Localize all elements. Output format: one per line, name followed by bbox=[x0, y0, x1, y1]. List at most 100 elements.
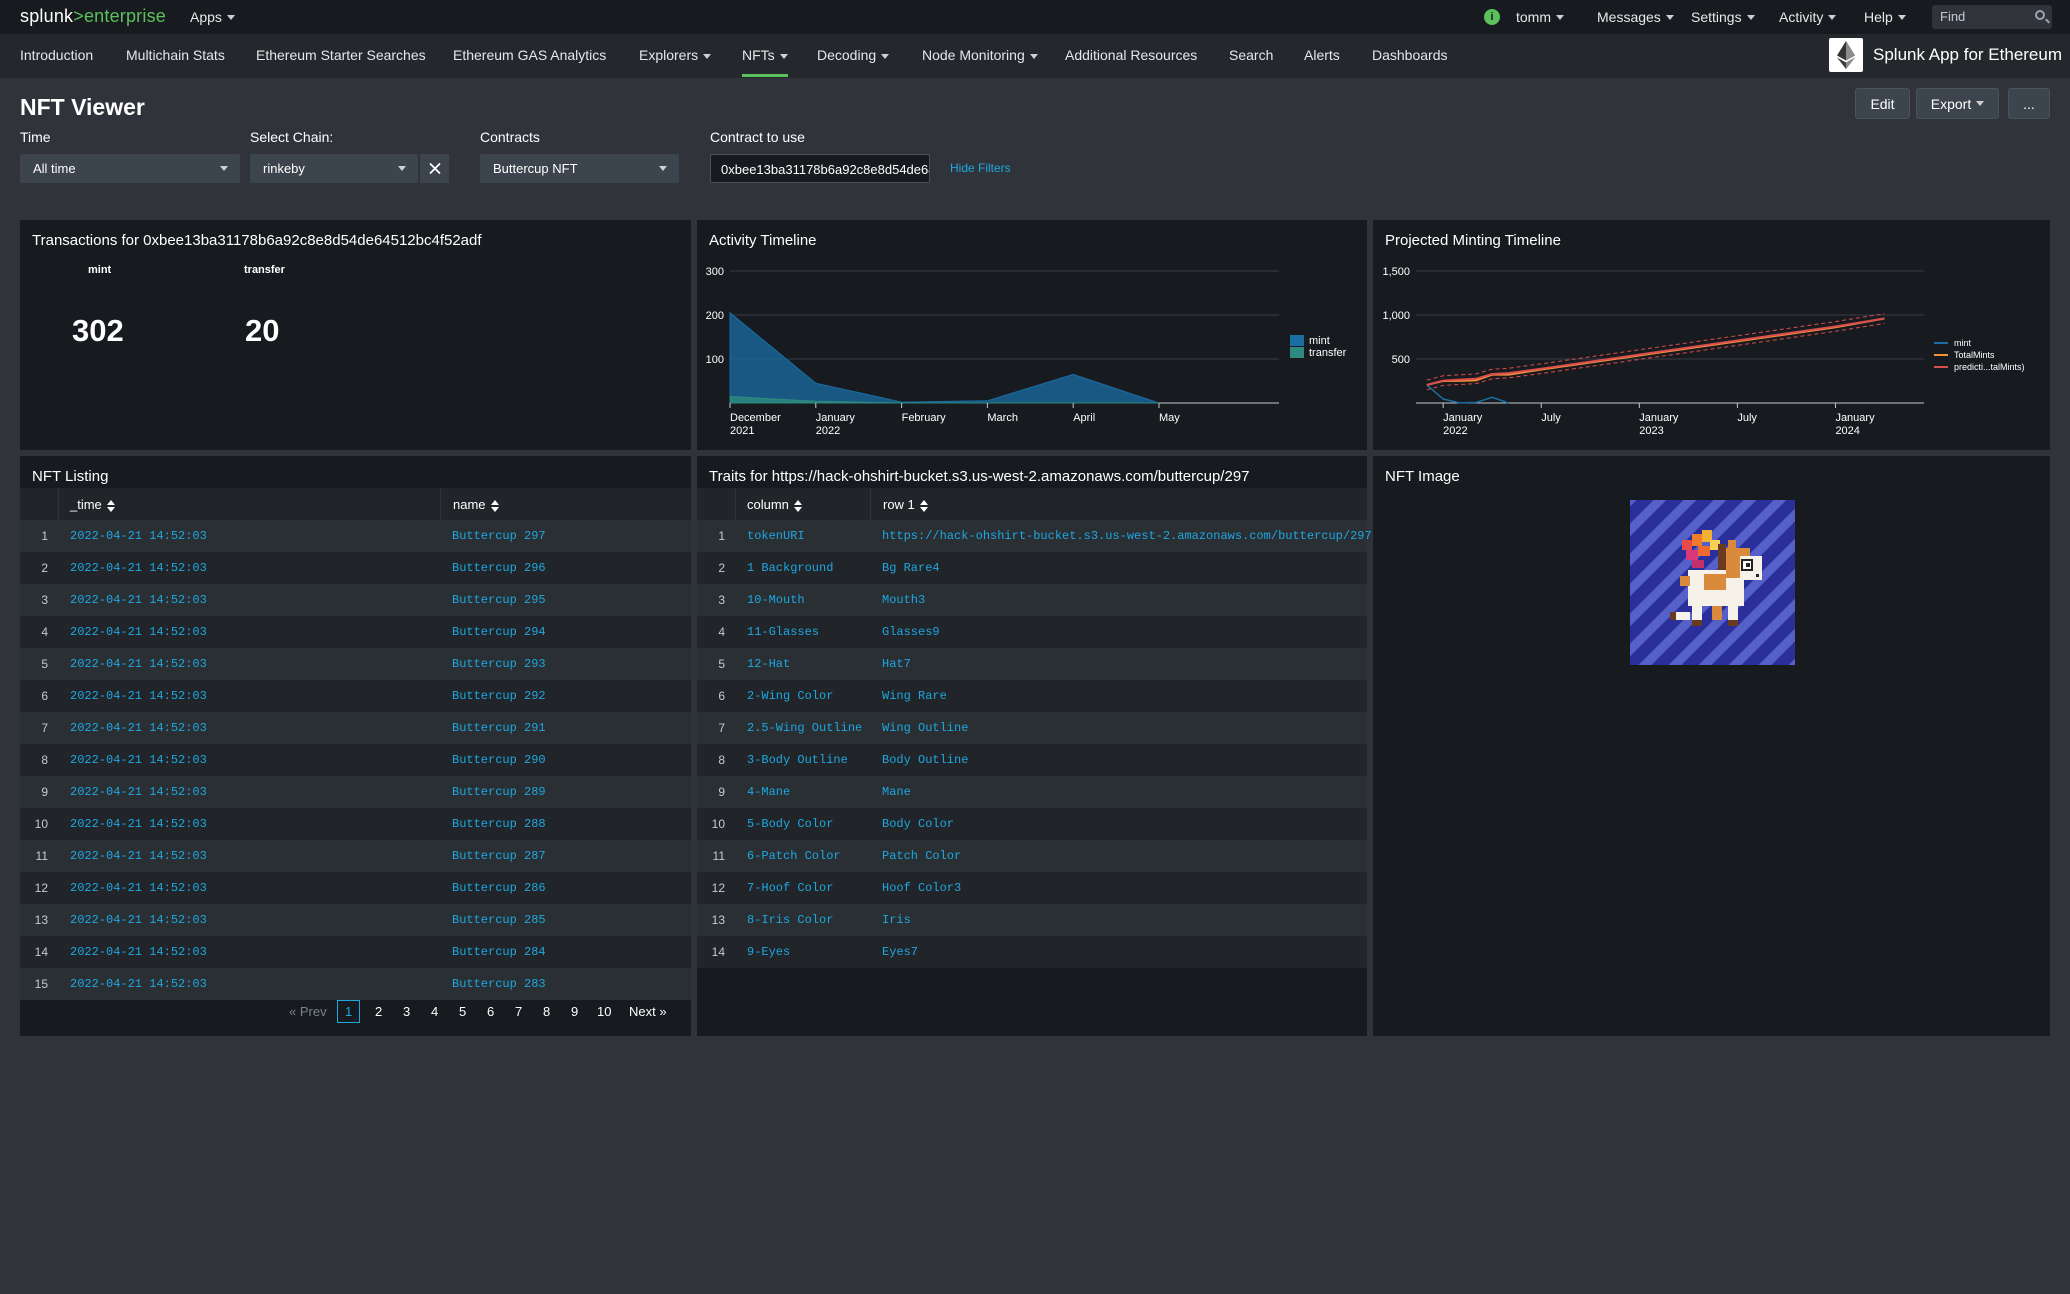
next-page-link[interactable]: Next » bbox=[629, 1004, 667, 1019]
name-cell[interactable]: Buttercup 286 bbox=[452, 881, 546, 895]
value-cell[interactable]: Wing Rare bbox=[882, 689, 947, 703]
page-4-link[interactable]: 4 bbox=[431, 1004, 438, 1019]
activity-menu[interactable]: Activity bbox=[1779, 0, 1837, 34]
column-cell[interactable]: 4-Mane bbox=[747, 785, 790, 799]
chain-dropdown[interactable]: rinkeby bbox=[250, 154, 418, 183]
table-row[interactable]: 4 11-Glasses Glasses9 bbox=[697, 616, 1367, 648]
page-1-link[interactable]: 1 bbox=[337, 1000, 361, 1023]
table-row[interactable]: 10 5-Body Color Body Color bbox=[697, 808, 1367, 840]
name-cell[interactable]: Buttercup 287 bbox=[452, 849, 546, 863]
table-row[interactable]: 11 2022-04-21 14:52:03 Buttercup 287 bbox=[20, 840, 691, 872]
table-row[interactable]: 11 6-Patch Color Patch Color bbox=[697, 840, 1367, 872]
name-cell[interactable]: Buttercup 293 bbox=[452, 657, 546, 671]
edit-button[interactable]: Edit bbox=[1855, 88, 1910, 119]
hide-filters-link[interactable]: Hide Filters bbox=[950, 161, 1011, 175]
time-cell[interactable]: 2022-04-21 14:52:03 bbox=[70, 817, 207, 831]
column-cell[interactable]: 7-Hoof Color bbox=[747, 881, 833, 895]
value-cell[interactable]: Iris bbox=[882, 913, 911, 927]
table-row[interactable]: 13 2022-04-21 14:52:03 Buttercup 285 bbox=[20, 904, 691, 936]
nav-ethereum-gas-analytics[interactable]: Ethereum GAS Analytics bbox=[453, 47, 606, 63]
column-cell[interactable]: 12-Hat bbox=[747, 657, 790, 671]
value-cell[interactable]: Hat7 bbox=[882, 657, 911, 671]
value-cell[interactable]: Glasses9 bbox=[882, 625, 940, 639]
name-cell[interactable]: Buttercup 295 bbox=[452, 593, 546, 607]
table-row[interactable]: 4 2022-04-21 14:52:03 Buttercup 294 bbox=[20, 616, 691, 648]
column-cell[interactable]: 8-Iris Color bbox=[747, 913, 833, 927]
nav-decoding[interactable]: Decoding bbox=[817, 47, 890, 63]
time-cell[interactable]: 2022-04-21 14:52:03 bbox=[70, 753, 207, 767]
page-2-link[interactable]: 2 bbox=[375, 1004, 382, 1019]
page-8-link[interactable]: 8 bbox=[543, 1004, 550, 1019]
nav-nfts[interactable]: NFTs bbox=[742, 47, 788, 77]
info-icon[interactable]: i bbox=[1484, 9, 1500, 25]
table-row[interactable]: 2 2022-04-21 14:52:03 Buttercup 296 bbox=[20, 552, 691, 584]
value-cell[interactable]: Mane bbox=[882, 785, 911, 799]
time-cell[interactable]: 2022-04-21 14:52:03 bbox=[70, 657, 207, 671]
apps-menu[interactable]: Apps bbox=[190, 0, 235, 34]
sort-name-header[interactable]: name bbox=[453, 497, 499, 512]
clear-chain-button[interactable] bbox=[419, 154, 449, 183]
name-cell[interactable]: Buttercup 292 bbox=[452, 689, 546, 703]
time-cell[interactable]: 2022-04-21 14:52:03 bbox=[70, 593, 207, 607]
nav-introduction[interactable]: Introduction bbox=[20, 47, 93, 63]
nav-alerts[interactable]: Alerts bbox=[1304, 47, 1340, 63]
name-cell[interactable]: Buttercup 284 bbox=[452, 945, 546, 959]
time-cell[interactable]: 2022-04-21 14:52:03 bbox=[70, 945, 207, 959]
time-cell[interactable]: 2022-04-21 14:52:03 bbox=[70, 689, 207, 703]
table-row[interactable]: 6 2-Wing Color Wing Rare bbox=[697, 680, 1367, 712]
column-cell[interactable]: 2.5-Wing Outline bbox=[747, 721, 862, 735]
name-cell[interactable]: Buttercup 294 bbox=[452, 625, 546, 639]
time-cell[interactable]: 2022-04-21 14:52:03 bbox=[70, 529, 207, 543]
table-row[interactable]: 6 2022-04-21 14:52:03 Buttercup 292 bbox=[20, 680, 691, 712]
time-cell[interactable]: 2022-04-21 14:52:03 bbox=[70, 625, 207, 639]
column-cell[interactable]: 3-Body Outline bbox=[747, 753, 848, 767]
nav-ethereum-starter-searches[interactable]: Ethereum Starter Searches bbox=[256, 47, 426, 63]
column-cell[interactable]: 9-Eyes bbox=[747, 945, 790, 959]
table-row[interactable]: 9 4-Mane Mane bbox=[697, 776, 1367, 808]
column-cell[interactable]: 1 Background bbox=[747, 561, 833, 575]
value-cell[interactable]: Body Outline bbox=[882, 753, 968, 767]
name-cell[interactable]: Buttercup 288 bbox=[452, 817, 546, 831]
name-cell[interactable]: Buttercup 290 bbox=[452, 753, 546, 767]
column-cell[interactable]: 5-Body Color bbox=[747, 817, 833, 831]
value-cell[interactable]: Eyes7 bbox=[882, 945, 918, 959]
table-row[interactable]: 3 2022-04-21 14:52:03 Buttercup 295 bbox=[20, 584, 691, 616]
name-cell[interactable]: Buttercup 297 bbox=[452, 529, 546, 543]
table-row[interactable]: 12 2022-04-21 14:52:03 Buttercup 286 bbox=[20, 872, 691, 904]
page-7-link[interactable]: 7 bbox=[515, 1004, 522, 1019]
value-cell[interactable]: Body Color bbox=[882, 817, 954, 831]
value-cell[interactable]: https://hack-ohshirt-bucket.s3.us-west-2… bbox=[882, 529, 1372, 543]
name-cell[interactable]: Buttercup 289 bbox=[452, 785, 546, 799]
column-cell[interactable]: 11-Glasses bbox=[747, 625, 819, 639]
sort-time-header[interactable]: _time bbox=[70, 497, 115, 512]
user-menu[interactable]: i tomm bbox=[1484, 0, 1564, 34]
table-row[interactable]: 8 2022-04-21 14:52:03 Buttercup 290 bbox=[20, 744, 691, 776]
nav-search[interactable]: Search bbox=[1229, 47, 1273, 63]
table-row[interactable]: 3 10-Mouth Mouth3 bbox=[697, 584, 1367, 616]
table-row[interactable]: 14 9-Eyes Eyes7 bbox=[697, 936, 1367, 968]
export-button[interactable]: Export bbox=[1916, 88, 1999, 119]
nav-additional-resources[interactable]: Additional Resources bbox=[1065, 47, 1197, 63]
table-row[interactable]: 13 8-Iris Color Iris bbox=[697, 904, 1367, 936]
table-row[interactable]: 1 2022-04-21 14:52:03 Buttercup 297 bbox=[20, 520, 691, 552]
value-cell[interactable]: Wing Outline bbox=[882, 721, 968, 735]
nav-node-monitoring[interactable]: Node Monitoring bbox=[922, 47, 1038, 63]
time-cell[interactable]: 2022-04-21 14:52:03 bbox=[70, 849, 207, 863]
page-9-link[interactable]: 9 bbox=[571, 1004, 578, 1019]
column-cell[interactable]: 6-Patch Color bbox=[747, 849, 841, 863]
value-cell[interactable]: Bg Rare4 bbox=[882, 561, 940, 575]
nav-explorers[interactable]: Explorers bbox=[639, 47, 712, 63]
prev-page-link[interactable]: « Prev bbox=[289, 1004, 327, 1019]
value-cell[interactable]: Patch Color bbox=[882, 849, 961, 863]
page-10-link[interactable]: 10 bbox=[597, 1004, 611, 1019]
page-3-link[interactable]: 3 bbox=[403, 1004, 410, 1019]
table-row[interactable]: 7 2022-04-21 14:52:03 Buttercup 291 bbox=[20, 712, 691, 744]
find-input[interactable]: Find bbox=[1932, 5, 2052, 29]
splunk-logo[interactable]: splunk>enterprise bbox=[20, 6, 166, 27]
table-row[interactable]: 5 2022-04-21 14:52:03 Buttercup 293 bbox=[20, 648, 691, 680]
name-cell[interactable]: Buttercup 285 bbox=[452, 913, 546, 927]
name-cell[interactable]: Buttercup 291 bbox=[452, 721, 546, 735]
column-cell[interactable]: 2-Wing Color bbox=[747, 689, 833, 703]
table-row[interactable]: 8 3-Body Outline Body Outline bbox=[697, 744, 1367, 776]
contract-input[interactable]: 0xbee13ba31178b6a92c8e8d54de64512bc4f52a… bbox=[710, 154, 930, 183]
